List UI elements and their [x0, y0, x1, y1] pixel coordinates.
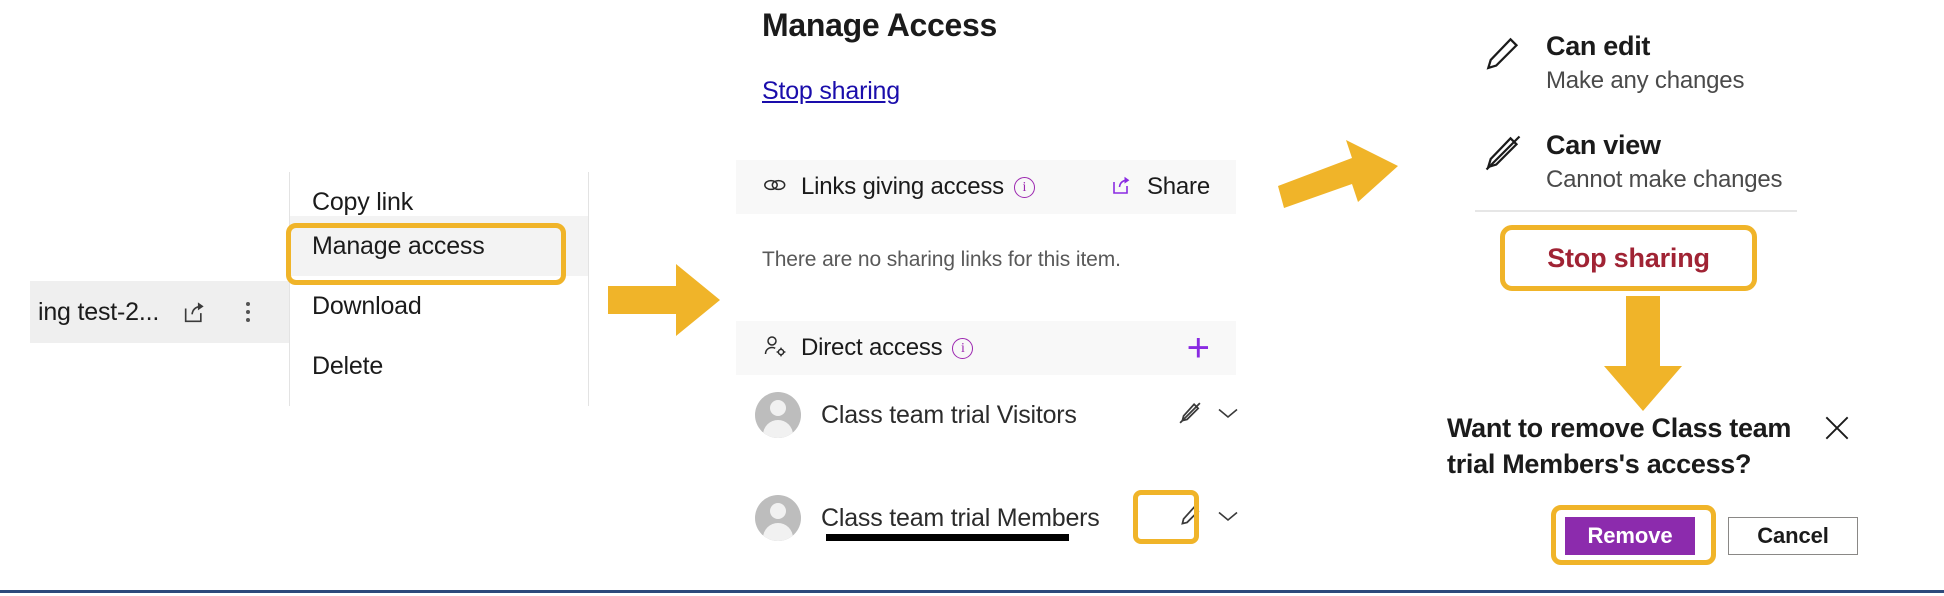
- direct-access-header: Direct access i +: [736, 321, 1236, 375]
- person-name: Class team trial Visitors: [821, 400, 1077, 429]
- menu-item-manage-access[interactable]: Manage access: [290, 216, 588, 276]
- confirm-dialog-title: Want to remove Class team trial Members'…: [1447, 413, 1792, 479]
- list-item[interactable]: Class team trial Visitors: [755, 387, 1240, 443]
- pencil-icon[interactable]: [1176, 502, 1204, 535]
- file-row[interactable]: ing test-2...: [30, 281, 292, 343]
- file-name-label: ing test-2...: [38, 297, 160, 326]
- context-menu: Copy link Manage access Download Delete: [289, 172, 589, 406]
- arrow-panel-to-permissions: [1274, 128, 1404, 223]
- arrow-stop-sharing-to-dialog: [1598, 296, 1688, 419]
- menu-item-label: Copy link: [312, 187, 414, 216]
- permission-subtitle: Make any changes: [1546, 67, 1745, 94]
- menu-item-label: Download: [312, 291, 422, 320]
- no-sharing-links-message: There are no sharing links for this item…: [762, 248, 1121, 271]
- divider: [1475, 210, 1797, 212]
- stop-sharing-button[interactable]: Stop sharing: [1512, 232, 1745, 284]
- links-giving-access-header: Links giving access i Share: [736, 160, 1236, 214]
- chevron-down-icon[interactable]: [1216, 405, 1240, 426]
- close-icon[interactable]: [1821, 412, 1853, 444]
- share-button[interactable]: Share: [1109, 173, 1210, 202]
- avatar: [755, 495, 801, 541]
- bottom-divider: [0, 590, 1944, 593]
- remove-button[interactable]: Remove: [1565, 517, 1695, 555]
- stop-sharing-link[interactable]: Stop sharing: [762, 77, 900, 106]
- pencil-icon: [1482, 31, 1524, 81]
- pencil-slash-icon[interactable]: [1176, 399, 1204, 432]
- more-vertical-icon[interactable]: [239, 298, 257, 326]
- menu-item-download[interactable]: Download: [290, 276, 588, 336]
- tutorial-screenshot: ing test-2... Copy link Manage access Do…: [0, 0, 1944, 596]
- info-icon[interactable]: i: [952, 337, 974, 359]
- menu-item-label: Manage access: [312, 231, 485, 260]
- cancel-button[interactable]: Cancel: [1728, 517, 1858, 555]
- arrow-menu-to-panel: [608, 258, 723, 348]
- share-icon[interactable]: [181, 298, 209, 326]
- info-icon[interactable]: i: [1013, 176, 1035, 198]
- menu-item-label: Delete: [312, 351, 384, 380]
- share-icon: [1109, 173, 1135, 202]
- link-icon: [762, 174, 788, 201]
- links-section-label: Links giving access: [801, 173, 1004, 200]
- permission-subtitle: Cannot make changes: [1546, 166, 1783, 193]
- direct-access-label: Direct access: [801, 334, 943, 361]
- permission-control[interactable]: [1176, 502, 1240, 535]
- permission-texts: Can edit Make any changes: [1546, 29, 1744, 97]
- permission-option-can-view[interactable]: Can view Cannot make changes: [1482, 128, 1783, 196]
- permission-texts: Can view Cannot make changes: [1546, 128, 1783, 196]
- permission-option-can-edit[interactable]: Can edit Make any changes: [1482, 29, 1744, 97]
- menu-item-delete[interactable]: Delete: [290, 336, 588, 396]
- pencil-slash-icon: [1482, 130, 1524, 180]
- plus-icon[interactable]: +: [1187, 328, 1210, 368]
- page-title: Manage Access: [762, 7, 998, 43]
- permission-title: Can view: [1546, 130, 1661, 160]
- avatar: [755, 392, 801, 438]
- share-button-label: Share: [1146, 173, 1210, 200]
- permission-control[interactable]: [1176, 399, 1240, 432]
- members-underline-marker: [826, 534, 1069, 541]
- chevron-down-icon[interactable]: [1216, 508, 1240, 529]
- person-settings-icon: [762, 333, 788, 364]
- person-name: Class team trial Members: [821, 503, 1100, 532]
- permission-title: Can edit: [1546, 31, 1651, 61]
